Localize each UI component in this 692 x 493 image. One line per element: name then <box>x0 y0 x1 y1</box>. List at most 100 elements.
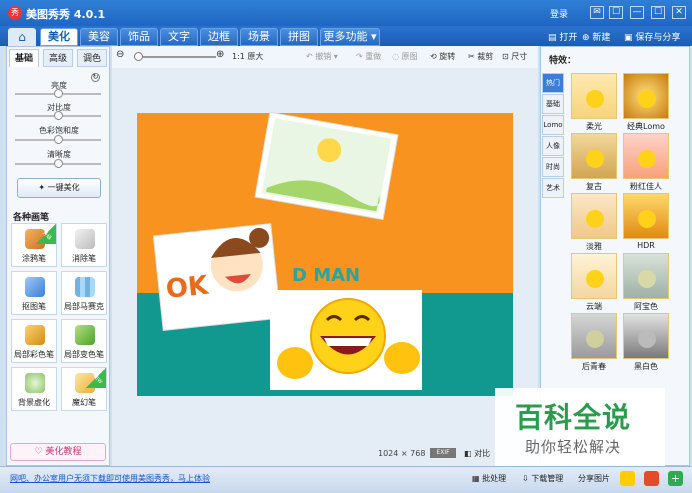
skin-icon[interactable]: ☐ <box>609 6 623 19</box>
effect-pink-lady[interactable] <box>623 133 669 179</box>
sharpness-slider[interactable] <box>15 159 101 168</box>
resize-button[interactable]: ⊡ 尺寸 <box>502 51 527 62</box>
tab-basic[interactable]: 基础 <box>9 49 39 67</box>
tab-text[interactable]: 文字 <box>160 28 198 46</box>
color-brush-icon <box>25 325 45 345</box>
one-key-beautify-button[interactable]: ✦ 一键美化 <box>17 178 101 198</box>
share-picture-button[interactable]: 分享图片 <box>578 473 610 484</box>
tab-accessories[interactable]: 饰品 <box>120 28 158 46</box>
brightness-knob[interactable] <box>53 89 63 98</box>
redo-button[interactable]: ↷ 重做 <box>356 51 381 62</box>
download-manager-button[interactable]: ⇩ 下载管理 <box>522 473 563 484</box>
category-art[interactable]: 艺术 <box>542 178 564 198</box>
doodle-brush-button[interactable]: 升级 涂鸦笔 <box>11 223 57 267</box>
tab-advanced[interactable]: 高级 <box>43 49 73 67</box>
login-link[interactable]: 登录 <box>550 7 568 20</box>
background-blur-button[interactable]: 背景虚化 <box>11 367 57 411</box>
magic-brush-label: 魔幻笔 <box>72 398 96 407</box>
sharpness-knob[interactable] <box>53 159 63 168</box>
undo-button[interactable]: ↶ 撤销 ▾ <box>306 51 338 62</box>
effect-preview-icon <box>638 330 656 348</box>
recolor-brush-label: 局部变色笔 <box>64 350 104 359</box>
home-icon[interactable]: ⌂ <box>8 28 36 46</box>
effect-black-white[interactable] <box>623 313 669 359</box>
effect-preview-icon <box>638 210 656 228</box>
photo-canvas[interactable]: D MAN OK <box>112 68 538 466</box>
star-icon[interactable] <box>620 471 635 486</box>
tab-color[interactable]: 调色 <box>77 49 107 67</box>
effect-vintage-label: 复古 <box>586 182 602 191</box>
right-hand <box>384 342 420 374</box>
blur-icon <box>25 373 45 393</box>
tab-more[interactable]: 更多功能 ▾ <box>320 28 380 46</box>
effect-classic-lomo[interactable] <box>623 73 669 119</box>
adjust-panel: 基础 高级 调色 ↻ 亮度 对比度 色彩饱和度 清晰度 ✦ 一键美化 各种画笔 … <box>6 46 110 466</box>
local-color-brush-button[interactable]: 局部彩色笔 <box>11 319 57 363</box>
original-button[interactable]: ◌ 原图 <box>392 51 418 62</box>
category-portrait[interactable]: 人像 <box>542 136 564 156</box>
effect-soft-light[interactable] <box>571 73 617 119</box>
effect-hdr[interactable] <box>623 193 669 239</box>
contrast-knob[interactable] <box>53 111 63 120</box>
new-badge: NEW <box>86 368 106 388</box>
crop-button[interactable]: ✂ 裁剪 <box>468 51 493 62</box>
eraser-brush-button[interactable]: 消除笔 <box>61 223 107 267</box>
zoom-in-icon[interactable]: ⊕ <box>216 49 224 60</box>
effect-cloud[interactable] <box>571 253 617 299</box>
recolor-brush-icon <box>75 325 95 345</box>
zoom-slider[interactable] <box>134 52 216 61</box>
tab-beautify[interactable]: 美化 <box>40 28 78 46</box>
effect-elegant[interactable] <box>571 193 617 239</box>
weibo-icon[interactable] <box>644 471 659 486</box>
compare-button[interactable]: ◧ 对比 <box>464 448 490 459</box>
contrast-slider[interactable] <box>15 111 101 120</box>
batch-button[interactable]: ▦ 批处理 <box>472 473 506 484</box>
rotate-button[interactable]: ⟲ 旋转 <box>430 51 455 62</box>
actual-size-button[interactable]: 1:1 原大 <box>232 51 263 62</box>
effect-abao[interactable] <box>623 253 669 299</box>
category-basic[interactable]: 基础 <box>542 94 564 114</box>
close-button[interactable]: ✕ <box>672 6 686 19</box>
cutout-brush-icon <box>25 277 45 297</box>
brightness-slider[interactable] <box>15 89 101 98</box>
zoom-slider-knob[interactable] <box>134 52 143 61</box>
zoom-out-icon[interactable]: ⊖ <box>116 49 124 60</box>
tab-scenes[interactable]: 场景 <box>240 28 278 46</box>
mosaic-brush-button[interactable]: 局部马赛克 <box>61 271 107 315</box>
effect-abao-label: 阿宝色 <box>634 302 658 311</box>
recolor-brush-button[interactable]: 局部变色笔 <box>61 319 107 363</box>
tab-makeup[interactable]: 美容 <box>80 28 118 46</box>
promo-link[interactable]: 网吧、办公室用户无须下载即可使用美图秀秀，马上体验 <box>10 473 210 484</box>
effect-youth-label: 后青春 <box>582 362 606 371</box>
effect-vintage[interactable] <box>571 133 617 179</box>
redo-label: 重做 <box>365 52 382 61</box>
saturation-slider[interactable] <box>15 135 101 144</box>
maximize-button[interactable]: ☐ <box>651 6 665 19</box>
open-button[interactable]: ▤ 打开 <box>548 30 577 43</box>
effect-youth[interactable] <box>571 313 617 359</box>
saturation-knob[interactable] <box>53 135 63 144</box>
status-bar: 网吧、办公室用户无须下载即可使用美图秀秀，马上体验 ▦ 批处理 ⇩ 下载管理 分… <box>0 466 692 493</box>
resize-label: 尺寸 <box>511 52 528 61</box>
cutout-brush-button[interactable]: 抠图笔 <box>11 271 57 315</box>
beautify-tutorial-button[interactable]: ♡ 美化教程 <box>10 443 106 461</box>
add-icon[interactable]: + <box>668 471 683 486</box>
message-icon[interactable]: ✉ <box>590 6 604 19</box>
dman-text: D MAN <box>292 265 360 286</box>
minimize-button[interactable]: — <box>630 6 644 19</box>
effects-title: 特效： <box>549 56 577 66</box>
new-button[interactable]: ⊕ 新建 <box>582 30 610 43</box>
magic-brush-button[interactable]: NEW 魔幻笔 <box>61 367 107 411</box>
category-fashion[interactable]: 时尚 <box>542 157 564 177</box>
redo-icon: ↷ <box>356 52 363 61</box>
download-label: 下载管理 <box>531 474 564 483</box>
rotate-label: 旋转 <box>439 52 456 61</box>
tab-frames[interactable]: 边框 <box>200 28 238 46</box>
save-share-button[interactable]: ▣ 保存与分享 <box>624 30 680 43</box>
category-hot[interactable]: 热门 <box>542 73 564 93</box>
effect-preview-icon <box>586 90 604 108</box>
tab-collage[interactable]: 拼图 <box>280 28 318 46</box>
exif-button[interactable]: EXIF <box>430 448 456 458</box>
category-lomo[interactable]: Lomo <box>542 115 564 135</box>
effect-preview-icon <box>638 270 656 288</box>
